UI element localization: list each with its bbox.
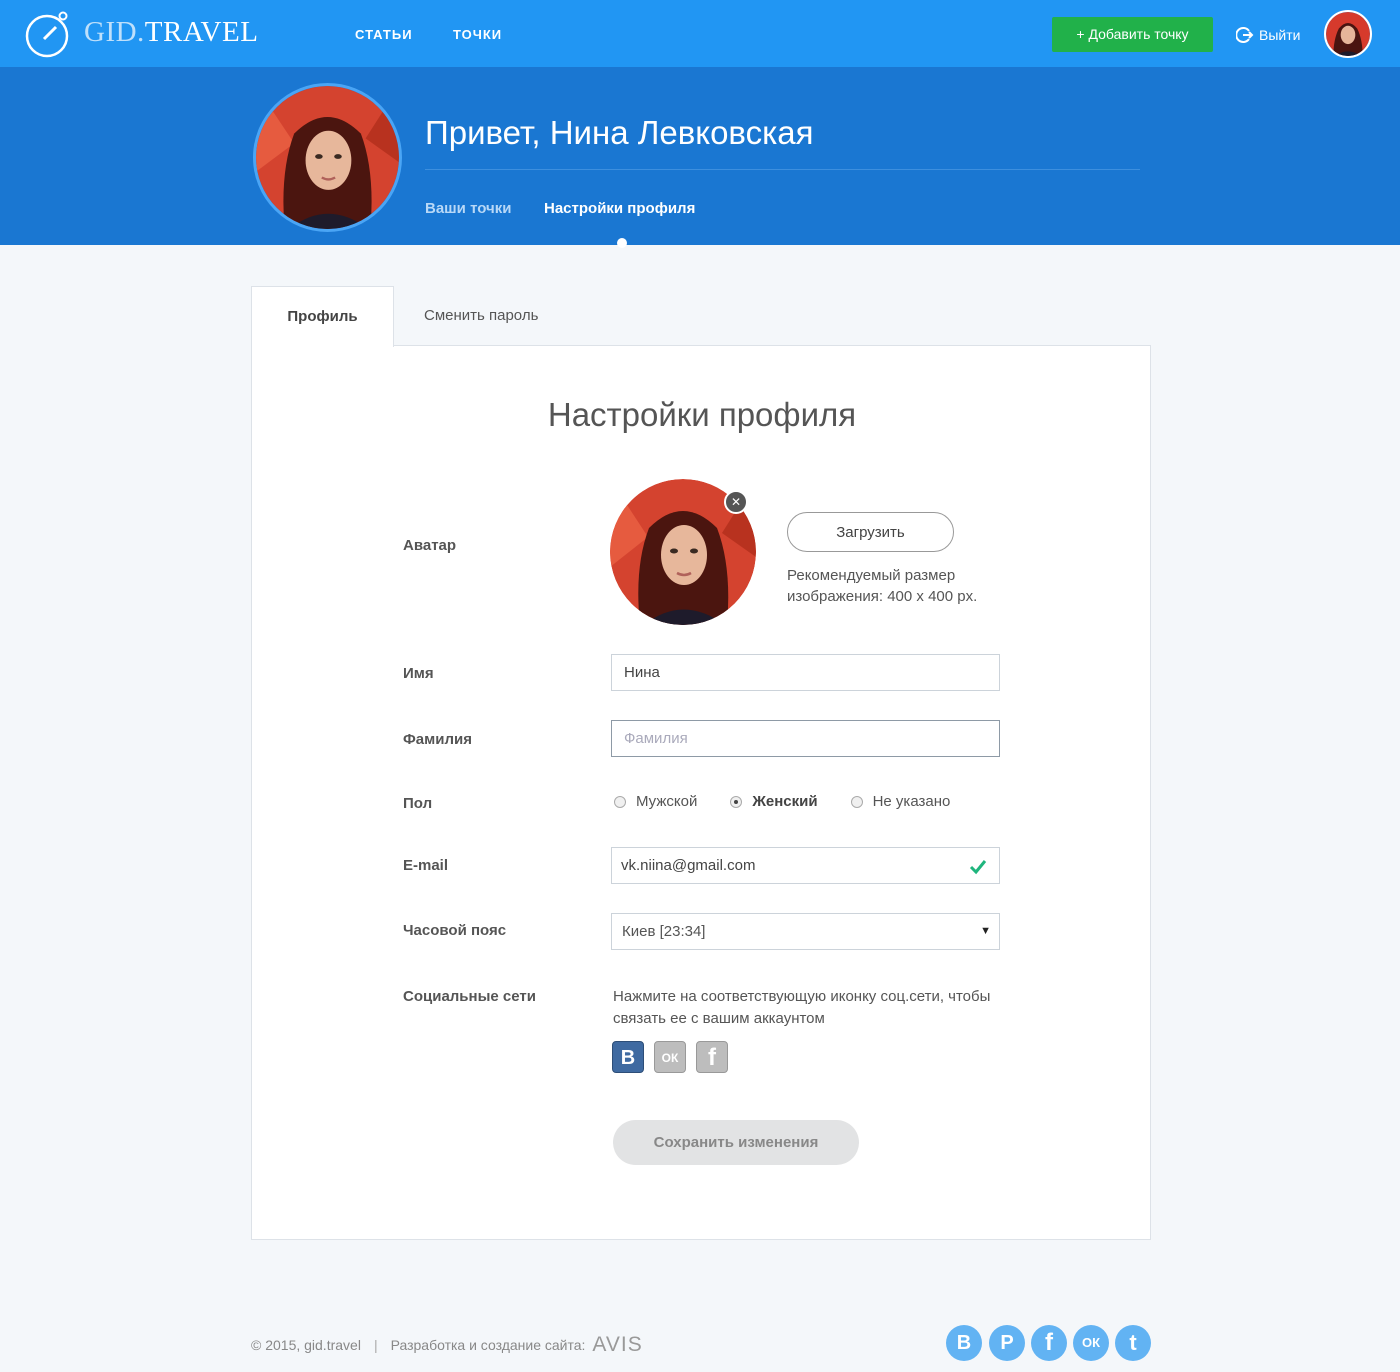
radio-dot: [614, 795, 626, 808]
facebook-icon[interactable]: f: [696, 1041, 728, 1073]
logout-link[interactable]: Выйти: [1236, 25, 1300, 45]
save-changes-button[interactable]: Сохранить изменения: [613, 1120, 859, 1165]
gender-label: Пол: [403, 795, 433, 812]
profile-header: Привет, Нина Левковская Ваши точки Настр…: [0, 67, 1400, 248]
timezone-select[interactable]: Киев [23:34] ▼: [611, 913, 1000, 950]
email-input[interactable]: [611, 847, 1000, 884]
nav-points[interactable]: ТОЧКИ: [453, 27, 502, 42]
close-icon: ✕: [730, 495, 742, 509]
site-logo[interactable]: GID.TRAVEL: [84, 16, 258, 49]
email-label: E-mail: [403, 857, 449, 874]
social-hint: Нажмите на соответствующую иконку соц.се…: [613, 988, 991, 1027]
logout-label: Выйти: [1259, 27, 1301, 43]
dev-credit-text: Разработка и создание сайта:: [390, 1337, 586, 1353]
active-tab-indicator: [617, 238, 627, 248]
logo-gid: GID.: [84, 16, 145, 48]
first-name-input[interactable]: [611, 654, 1000, 691]
tab-profile-settings[interactable]: Настройки профиля: [544, 200, 695, 217]
nav-articles[interactable]: СТАТЬИ: [355, 27, 413, 42]
odnoklassniki-icon[interactable]: ОК: [654, 1041, 686, 1073]
user-avatar-small[interactable]: [1324, 10, 1372, 58]
add-point-button[interactable]: + Добавить точку: [1052, 17, 1213, 52]
first-name-label: Имя: [403, 665, 434, 682]
radio-dot: [850, 795, 863, 808]
avatar-size-hint: Рекомендуемый размер изображения: 400 x …: [787, 567, 978, 605]
gender-male-label: Мужской: [636, 793, 698, 810]
copyright: © 2015, gid.travel: [251, 1337, 361, 1353]
tab-change-password[interactable]: Сменить пароль: [424, 286, 538, 346]
remove-avatar-button[interactable]: ✕: [724, 490, 748, 514]
tab-profile[interactable]: Профиль: [251, 286, 394, 347]
logo-travel: TRAVEL: [144, 16, 259, 48]
gender-unspecified-label: Не указано: [872, 793, 951, 810]
timezone-label: Часовой пояс: [403, 922, 507, 939]
logout-icon: [1236, 27, 1254, 43]
form-title: Настройки профиля: [547, 396, 857, 433]
compass-logo-icon[interactable]: [23, 10, 71, 58]
footer-separator: |: [373, 1337, 378, 1353]
footer-odnoklassniki-icon[interactable]: ОК: [1073, 1325, 1109, 1361]
footer-vk-icon[interactable]: В: [946, 1325, 982, 1361]
last-name-label: Фамилия: [403, 731, 472, 748]
gender-radio-group: Мужской Женский Не указано: [614, 793, 983, 810]
vk-icon[interactable]: В: [612, 1041, 644, 1073]
top-navbar: GID.TRAVEL СТАТЬИ ТОЧКИ + Добавить точку…: [0, 0, 1400, 67]
footer-twitter-icon[interactable]: t: [1115, 1325, 1151, 1361]
timezone-value: Киев [23:34]: [622, 923, 706, 940]
footer-credits: © 2015, gid.travel | Разработка и создан…: [251, 1333, 643, 1357]
avatar-label: Аватар: [403, 537, 457, 554]
header-divider: [425, 169, 1140, 170]
chevron-down-icon: ▼: [980, 925, 991, 937]
social-label: Социальные сети: [403, 988, 536, 1005]
gender-female-label: Женский: [752, 793, 818, 810]
avis-logo-link[interactable]: AVIS: [592, 1333, 642, 1357]
profile-settings-card: Настройки профиля Аватар ✕ Загрузить Рек…: [251, 345, 1151, 1240]
gender-male-radio[interactable]: Мужской: [614, 793, 697, 810]
gender-female-radio[interactable]: Женский: [730, 793, 818, 810]
radio-dot: [730, 795, 743, 808]
footer-pinterest-icon[interactable]: P: [989, 1325, 1025, 1361]
gender-unspecified-radio[interactable]: Не указано: [850, 793, 951, 810]
profile-avatar-large: [253, 83, 402, 232]
check-icon: [969, 860, 987, 875]
upload-avatar-button[interactable]: Загрузить: [787, 512, 954, 552]
last-name-input[interactable]: [611, 720, 1000, 757]
footer-facebook-icon[interactable]: f: [1031, 1325, 1067, 1361]
profile-greeting: Привет, Нина Левковская: [425, 114, 814, 151]
tab-your-points[interactable]: Ваши точки: [425, 200, 511, 217]
